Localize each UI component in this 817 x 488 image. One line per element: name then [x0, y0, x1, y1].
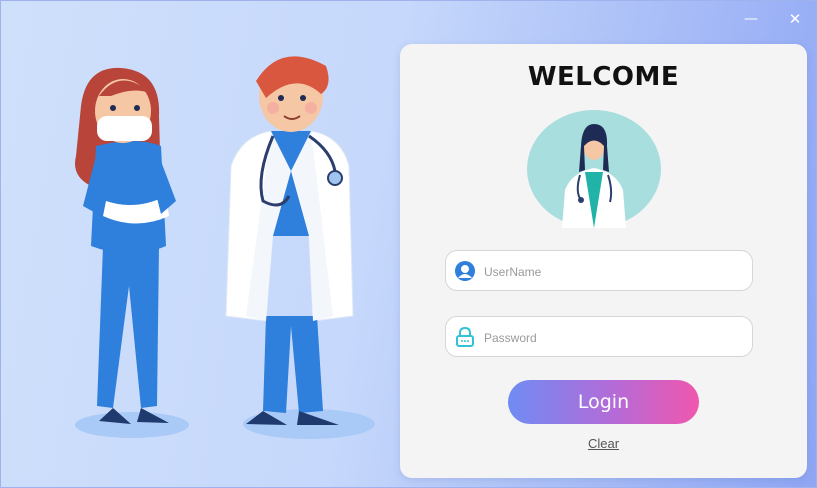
clear-link[interactable]: Clear	[400, 436, 807, 451]
medical-staff-illustration	[75, 56, 375, 439]
password-input[interactable]	[482, 317, 746, 358]
login-card: WELCOME UserName Login Clear	[400, 44, 807, 478]
lock-icon	[456, 327, 474, 347]
password-field	[445, 316, 753, 358]
welcome-title: WELCOME	[527, 62, 680, 92]
close-button[interactable]: ✕	[785, 9, 805, 29]
username-field	[445, 250, 753, 292]
username-input[interactable]	[482, 251, 746, 292]
minimize-button[interactable]: —	[741, 9, 761, 29]
login-button[interactable]: Login	[508, 380, 699, 424]
login-window: — ✕ WELCOME UserName Login Clear	[0, 0, 817, 488]
nurse-figure	[75, 67, 176, 424]
doctor-avatar-icon	[527, 110, 661, 228]
doctor-figure	[225, 56, 354, 425]
user-icon	[455, 261, 475, 281]
